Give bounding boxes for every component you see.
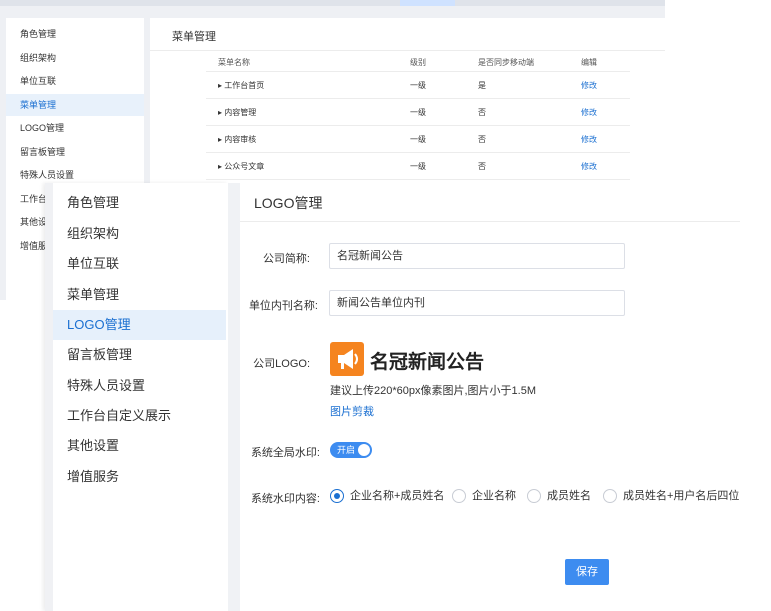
header-level: 级别 (410, 58, 426, 67)
radio-icon (527, 489, 541, 503)
divider (240, 221, 740, 222)
company-short-label: 公司简称: (262, 253, 310, 265)
bg-page-title: 菜单管理 (172, 31, 216, 43)
top-bar-tab (400, 0, 455, 6)
row-name[interactable]: ▸ 内容审核 (218, 126, 256, 153)
watermark-content-label: 系统水印内容: (250, 493, 320, 505)
row-sync: 否 (478, 162, 486, 171)
save-button[interactable]: 保存 (565, 559, 609, 585)
toggle-icon (358, 444, 370, 456)
table-header: 菜单名称 级别 是否同步移动端 编辑 (206, 54, 630, 72)
crop-image-link[interactable]: 图片剪裁 (330, 403, 374, 419)
megaphone-icon[interactable] (330, 342, 364, 376)
watermark-label: 系统全局水印: (250, 447, 320, 459)
watermark-toggle[interactable]: 开启 (330, 442, 372, 458)
sidebar-item-other[interactable]: 其他设置 (53, 431, 226, 461)
logo-hint: 建议上传220*60px像素图片,图片小于1.5M (330, 385, 536, 397)
menu-table: 菜单名称 级别 是否同步移动端 编辑 ▸ 工作台首页 一级 是 修改 ▸ 内容管… (206, 54, 630, 180)
main-panel: LOGO管理 公司简称: 名冠新闻公告 单位内刊名称: 新闻公告单位内刊 公司L… (240, 183, 771, 611)
table-row: ▸ 内容审核 一级 否 修改 (206, 126, 630, 153)
page-title: LOGO管理 (254, 195, 323, 211)
internal-pub-input[interactable]: 新闻公告单位内刊 (329, 290, 625, 316)
bg-sidebar-item-units[interactable]: 单位互联 (6, 70, 144, 92)
divider (150, 50, 665, 51)
sidebar: 角色管理 组织架构 单位互联 菜单管理 LOGO管理 留言板管理 特殊人员设置 … (45, 183, 228, 611)
row-name[interactable]: ▸ 内容管理 (218, 99, 256, 126)
logo-label: 公司LOGO: (253, 358, 310, 370)
row-level: 一级 (410, 135, 426, 144)
content-gutter (228, 183, 240, 611)
sidebar-item-value[interactable]: 增值服务 (53, 462, 226, 492)
radio-icon (452, 489, 466, 503)
radio-label: 企业名称+成员姓名 (350, 490, 445, 502)
bg-sidebar-item-roles[interactable]: 角色管理 (6, 23, 144, 45)
internal-pub-label: 单位内刊名称: (248, 300, 318, 312)
sidebar-item-units[interactable]: 单位互联 (53, 249, 226, 279)
header-sync: 是否同步移动端 (478, 58, 534, 67)
radio-label: 企业名称 (472, 490, 516, 502)
edit-link[interactable]: 修改 (581, 126, 597, 153)
row-level: 一级 (410, 81, 426, 90)
top-bar (0, 0, 665, 6)
sidebar-item-org[interactable]: 组织架构 (53, 219, 226, 249)
radio-label: 成员姓名 (547, 490, 591, 502)
row-sync: 否 (478, 135, 486, 144)
row-name[interactable]: ▸ 公众号文章 (218, 153, 264, 180)
edit-link[interactable]: 修改 (581, 99, 597, 126)
row-level: 一级 (410, 108, 426, 117)
sidebar-item-special[interactable]: 特殊人员设置 (53, 371, 226, 401)
sidebar-item-menu[interactable]: 菜单管理 (53, 280, 226, 310)
bg-sidebar-item-guestbook[interactable]: 留言板管理 (6, 141, 144, 163)
bg-sidebar-item-menu[interactable]: 菜单管理 (6, 94, 144, 116)
radio-icon (330, 489, 344, 503)
company-short-input[interactable]: 名冠新闻公告 (329, 243, 625, 269)
edit-link[interactable]: 修改 (581, 153, 597, 180)
bg-sidebar-item-org[interactable]: 组织架构 (6, 47, 144, 69)
edit-link[interactable]: 修改 (581, 72, 597, 99)
logo-name: 名冠新闻公告 (370, 352, 485, 373)
row-level: 一级 (410, 162, 426, 171)
sidebar-item-workbench[interactable]: 工作台自定义展示 (53, 401, 226, 431)
toggle-label: 开启 (337, 445, 356, 455)
sidebar-item-logo[interactable]: LOGO管理 (53, 310, 226, 340)
row-sync: 是 (478, 81, 486, 90)
sidebar-item-roles[interactable]: 角色管理 (53, 188, 226, 218)
header-edit: 编辑 (581, 58, 597, 67)
row-sync: 否 (478, 108, 486, 117)
table-row: ▸ 公众号文章 一级 否 修改 (206, 153, 630, 180)
header-name: 菜单名称 (218, 58, 250, 67)
radio-icon (603, 489, 617, 503)
bg-sidebar-item-logo[interactable]: LOGO管理 (6, 117, 144, 139)
sidebar-edge (45, 183, 53, 611)
sidebar-item-guestbook[interactable]: 留言板管理 (53, 340, 226, 370)
radio-label: 成员姓名+用户名后四位 (623, 490, 740, 502)
table-row: ▸ 内容管理 一级 否 修改 (206, 99, 630, 126)
table-row: ▸ 工作台首页 一级 是 修改 (206, 72, 630, 99)
row-name[interactable]: ▸ 工作台首页 (218, 72, 264, 99)
